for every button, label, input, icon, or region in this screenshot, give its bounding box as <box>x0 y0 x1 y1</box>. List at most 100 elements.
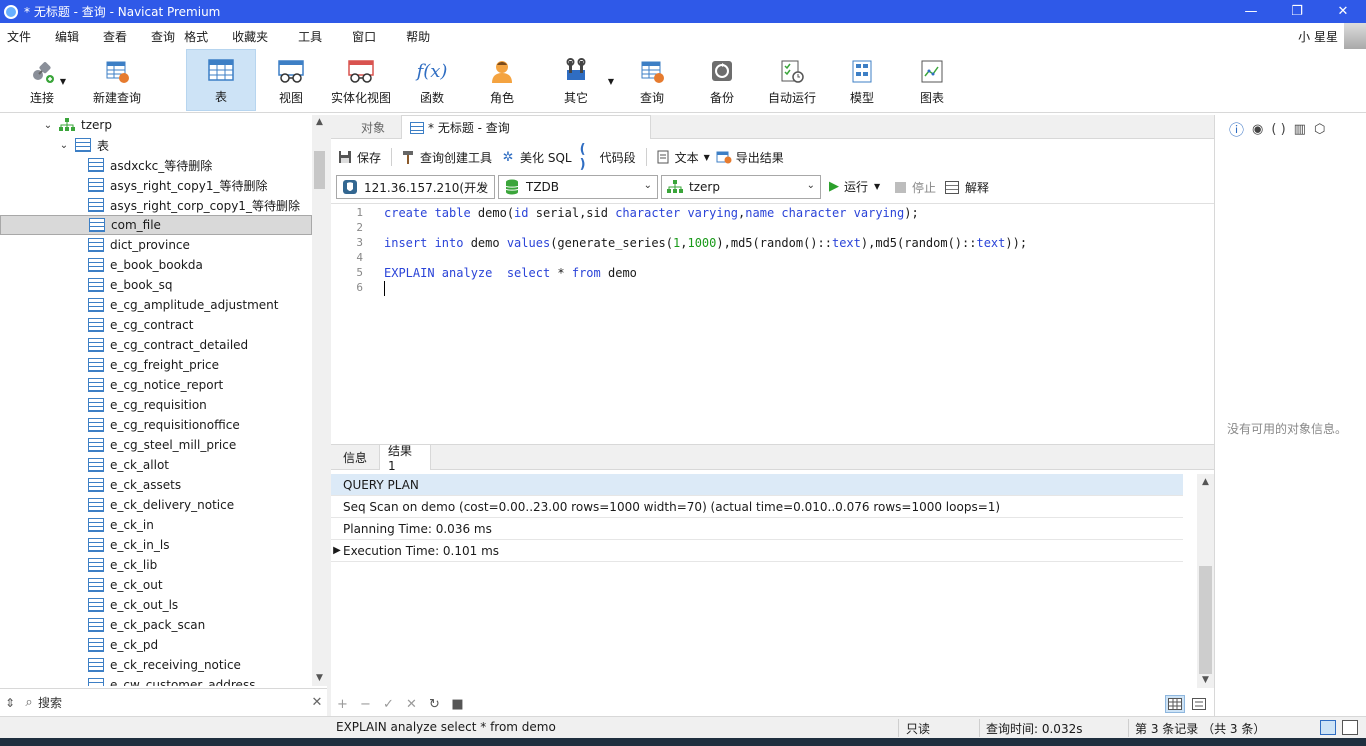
tree-table-item[interactable]: e_cg_steel_mill_price <box>0 435 312 455</box>
tree-table-item[interactable]: e_ck_delivery_notice <box>0 495 312 515</box>
tab-query[interactable]: * 无标题 - 查询 <box>401 115 651 139</box>
explain-button[interactable]: 解释 <box>945 179 989 196</box>
info-icon[interactable]: ⓘ <box>1229 119 1244 140</box>
stop-icon[interactable]: ■ <box>446 697 469 712</box>
tree-table-item[interactable]: e_cg_amplitude_adjustment <box>0 295 312 315</box>
toolbar-view-button[interactable]: 视图 <box>271 49 311 111</box>
menu-help[interactable]: 帮助 <box>399 28 430 45</box>
ddl-icon[interactable]: ▥ <box>1294 122 1306 137</box>
menu-file[interactable]: 文件 <box>0 28 31 45</box>
menu-edit[interactable]: 编辑 <box>48 28 79 45</box>
connection-select[interactable]: 121.36.157.210(开发 ⌄ <box>336 175 495 199</box>
scroll-up-icon[interactable]: ▲ <box>312 115 327 130</box>
discard-changes-icon[interactable]: ✕ <box>400 697 423 712</box>
stop-button[interactable]: 停止 <box>895 179 936 196</box>
toggle-right-panel-icon[interactable] <box>1342 720 1358 735</box>
tree-schema-node[interactable]: ⌄ tzerp <box>0 115 312 135</box>
tree-table-item[interactable]: e_cg_contract <box>0 315 312 335</box>
toggle-left-panel-icon[interactable] <box>1320 720 1336 735</box>
toolbar-chart-button[interactable]: 图表 <box>912 49 952 111</box>
search-input[interactable]: 搜索 <box>38 694 307 711</box>
code-line[interactable]: insert into demo values(generate_series(… <box>384 236 1027 251</box>
code-line[interactable]: create table demo(id serial,sid characte… <box>384 206 919 221</box>
schema-select[interactable]: tzerp ⌄ <box>661 175 821 199</box>
tree-scrollbar[interactable]: ▲ ▼ <box>312 115 327 686</box>
tab-result-1[interactable]: 结果 1 <box>379 444 431 473</box>
export-result-button[interactable]: 导出结果 <box>716 149 784 166</box>
chevron-down-icon[interactable]: ▼ <box>60 77 66 86</box>
toolbar-connect-button[interactable]: 连接 ▼ <box>22 49 66 111</box>
query-builder-button[interactable]: 查询创建工具 <box>400 149 492 166</box>
tab-info[interactable]: 信息 <box>331 445 379 470</box>
tree-table-item[interactable]: asys_right_copy1_等待删除 <box>0 175 312 195</box>
close-button[interactable]: ✕ <box>1320 0 1366 23</box>
toolbar-materialized-view-button[interactable]: 实体化视图 <box>330 49 392 111</box>
tree-tables-folder[interactable]: ⌄ 表 <box>0 135 312 155</box>
tree-table-item[interactable]: e_ck_pack_scan <box>0 615 312 635</box>
table-row[interactable]: Seq Scan on demo (cost=0.00..23.00 rows=… <box>331 496 1183 518</box>
grid-scrollbar[interactable]: ▲ ▼ <box>1197 474 1214 688</box>
grid-header-row[interactable]: QUERY PLAN <box>331 474 1183 496</box>
tree-table-item[interactable]: dict_province <box>0 235 312 255</box>
apply-changes-icon[interactable]: ✓ <box>377 697 400 712</box>
code-paren-icon[interactable]: ( ) <box>1271 122 1285 137</box>
result-grid[interactable]: QUERY PLAN Seq Scan on demo (cost=0.00..… <box>331 474 1197 688</box>
toolbar-table-button[interactable]: 表 <box>186 49 256 111</box>
tree-table-item[interactable]: e_ck_allot <box>0 455 312 475</box>
toolbar-new-query-button[interactable]: 新建查询 <box>90 49 144 111</box>
chevron-down-icon[interactable]: ▼ <box>608 77 614 86</box>
chevron-down-icon[interactable]: ⌄ <box>59 140 69 151</box>
save-button[interactable]: 保存 <box>337 149 381 166</box>
tree-table-item[interactable]: e_book_bookda <box>0 255 312 275</box>
tree-table-item[interactable]: asys_right_corp_copy1_等待删除 <box>0 195 312 215</box>
code-line[interactable]: EXPLAIN analyze select * from demo <box>384 266 637 281</box>
tree-table-item[interactable]: e_cg_requisitionoffice <box>0 415 312 435</box>
table-row[interactable]: Planning Time: 0.036 ms <box>331 518 1183 540</box>
tree-table-item[interactable]: e_ck_assets <box>0 475 312 495</box>
scroll-thumb[interactable] <box>314 151 325 189</box>
settings-hexagon-icon[interactable]: ⬡ <box>1314 122 1325 137</box>
tree-table-item[interactable]: e_cw_customer_address <box>0 675 312 686</box>
scroll-down-icon[interactable]: ▼ <box>312 671 327 686</box>
tree-table-item[interactable]: e_ck_receiving_notice <box>0 655 312 675</box>
tree-table-item[interactable]: e_cg_requisition <box>0 395 312 415</box>
menu-favorites[interactable]: 收藏夹 <box>225 28 268 45</box>
chevron-down-icon[interactable]: ▼ <box>704 153 710 162</box>
menu-query[interactable]: 查询 <box>144 28 175 45</box>
refresh-icon[interactable]: ↻ <box>423 697 446 712</box>
toolbar-role-button[interactable]: 角色 <box>482 49 522 111</box>
run-button[interactable]: ▶ 运行 ▼ <box>829 178 880 195</box>
toolbar-other-button[interactable]: 其它 ▼ <box>556 49 614 111</box>
toolbar-function-button[interactable]: f(x) 函数 <box>412 49 452 111</box>
delete-record-icon[interactable]: − <box>354 697 377 712</box>
tree-table-item[interactable]: asdxckc_等待删除 <box>0 155 312 175</box>
snippet-button[interactable]: ( ) 代码段 <box>580 142 636 172</box>
scroll-thumb[interactable] <box>1199 566 1212 674</box>
add-record-icon[interactable]: + <box>331 697 354 712</box>
menu-view[interactable]: 查看 <box>96 28 127 45</box>
preview-eye-icon[interactable]: ◉ <box>1252 122 1263 137</box>
query-plan-cell[interactable]: Execution Time: 0.101 ms <box>343 544 499 558</box>
query-plan-cell[interactable]: Planning Time: 0.036 ms <box>343 522 492 536</box>
tree-table-item[interactable]: e_cg_notice_report <box>0 375 312 395</box>
tree-table-item[interactable]: e_ck_in <box>0 515 312 535</box>
table-row[interactable]: ▶ Execution Time: 0.101 ms <box>331 540 1183 562</box>
chevron-down-icon[interactable]: ▼ <box>874 182 880 191</box>
menu-format[interactable]: 格式 <box>177 28 208 45</box>
menu-window[interactable]: 窗口 <box>345 28 376 45</box>
beautify-sql-button[interactable]: ✲ 美化 SQL <box>500 149 572 166</box>
grid-view-button[interactable] <box>1165 695 1185 713</box>
scroll-down-icon[interactable]: ▼ <box>1197 672 1214 688</box>
toolbar-query-button[interactable]: 查询 <box>632 49 672 111</box>
tree-table-item[interactable]: e_ck_out_ls <box>0 595 312 615</box>
menu-tools[interactable]: 工具 <box>291 28 322 45</box>
tree-table-item[interactable]: e_cg_contract_detailed <box>0 335 312 355</box>
chevron-down-icon[interactable]: ⌄ <box>43 120 53 131</box>
sql-editor[interactable]: 1 2 3 4 5 6 create table demo(id serial,sid c… <box>331 203 1214 442</box>
tab-objects[interactable]: 对象 <box>345 115 401 139</box>
maximize-button[interactable]: ❐ <box>1274 0 1320 23</box>
clear-search-icon[interactable]: ✕ <box>307 695 327 710</box>
tree-table-item[interactable]: e_cg_freight_price <box>0 355 312 375</box>
column-header-query-plan[interactable]: QUERY PLAN <box>343 478 419 492</box>
tree-table-item[interactable]: e_ck_pd <box>0 635 312 655</box>
